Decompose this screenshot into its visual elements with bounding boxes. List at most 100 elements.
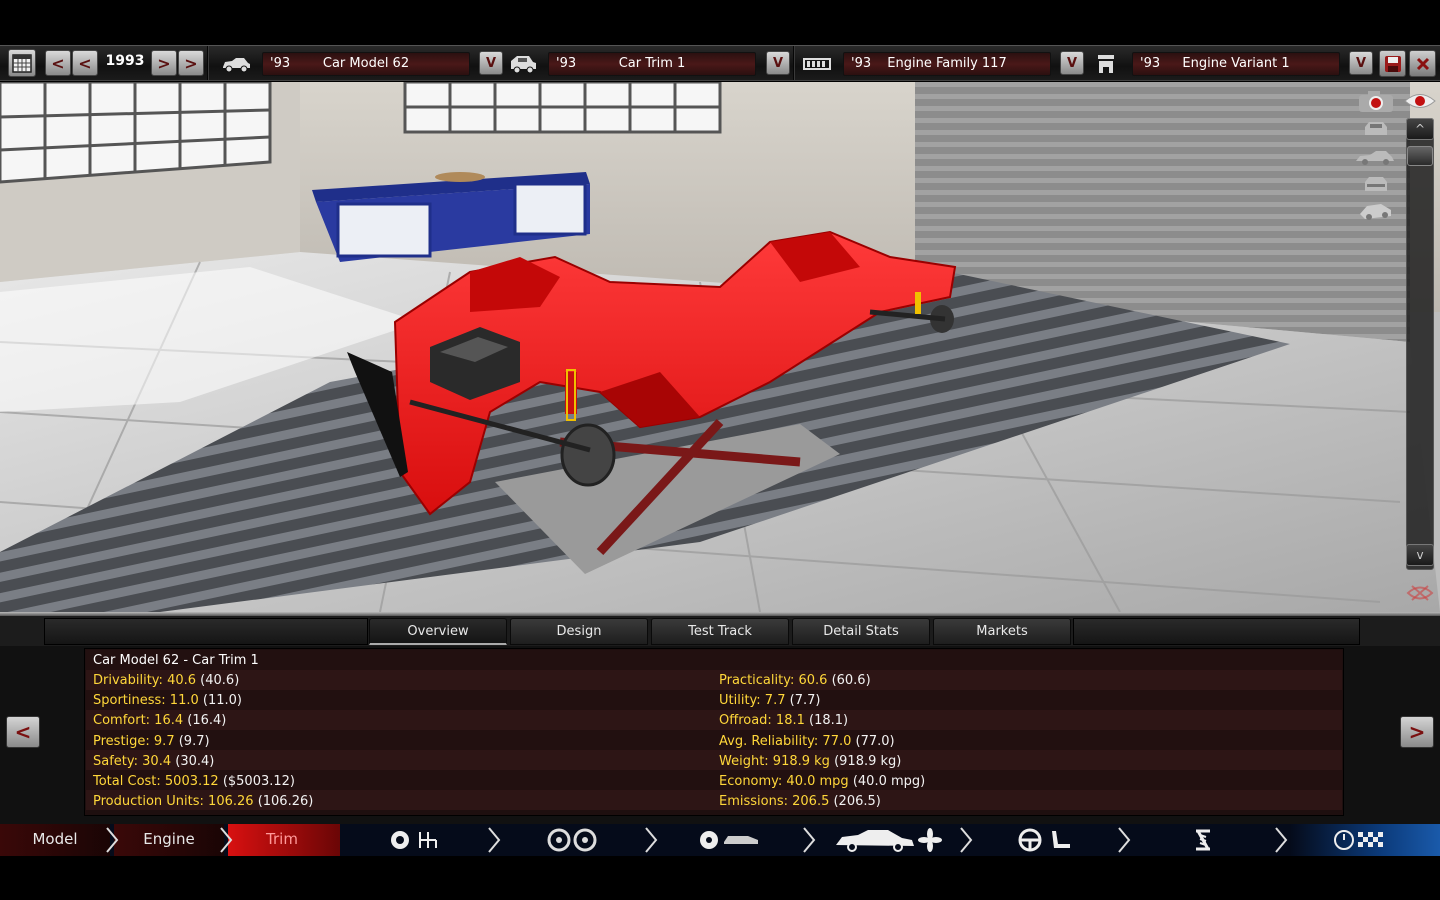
stat-left-4: Safety: 30.4 (30.4) (93, 754, 214, 769)
stat-right-6: Emissions: 206.5 (206.5) (719, 794, 881, 809)
stat-value: Economy: 40.0 mpg (719, 774, 849, 789)
stat-base-value: (918.9 kg) (834, 753, 902, 769)
tab-detail-stats[interactable]: Detail Stats (792, 618, 930, 645)
stats-title: Car Model 62 - Car Trim 1 (93, 653, 259, 668)
body-icon[interactable] (698, 828, 764, 852)
nav-model-label: Model (32, 830, 78, 848)
year-prev-far-button[interactable]: < (45, 50, 71, 76)
nav-trim-label: Trim (266, 830, 298, 848)
car-trim-select[interactable]: '93 Car Trim 1 (548, 52, 756, 76)
panel-next-button[interactable]: > (1400, 716, 1434, 748)
view-side-icon[interactable] (1352, 145, 1398, 169)
nav-engine[interactable]: Engine (114, 824, 224, 856)
close-icon[interactable] (1409, 50, 1436, 77)
stat-value: Comfort: 16.4 (93, 713, 184, 729)
engine-variant-select[interactable]: '93 Engine Variant 1 (1132, 52, 1340, 76)
eye-icon[interactable] (1402, 86, 1438, 116)
stat-value: Total Cost: 5003.12 (93, 774, 219, 789)
divider (793, 46, 795, 80)
stat-value: Offroad: 18.1 (719, 713, 805, 729)
car-trim-icon (505, 53, 541, 75)
chevron-right-icon (1118, 827, 1131, 853)
garage-scene (0, 82, 1440, 612)
stat-left-0: Drivability: 40.6 (40.6) (93, 673, 239, 688)
stat-right-2: Offroad: 18.1 (18.1) (719, 713, 848, 728)
engine-family-name: Engine Family 117 (887, 56, 1007, 71)
tab-test-track[interactable]: Test Track (651, 618, 789, 645)
stat-base-value: (60.6) (831, 673, 871, 688)
car-model-name: Car Model 62 (322, 56, 410, 71)
tab-overview[interactable]: Overview (369, 618, 507, 645)
divider (207, 46, 209, 80)
nav-model[interactable]: Model (0, 824, 110, 856)
engine-family-dropdown-button[interactable]: V (1060, 51, 1084, 75)
car-model-select[interactable]: '93 Car Model 62 (262, 52, 470, 76)
stat-value: Prestige: 9.7 (93, 733, 175, 749)
stat-base-value: (30.4) (175, 753, 215, 769)
year-next-button[interactable]: > (151, 50, 177, 76)
car-trim-name: Car Trim 1 (618, 56, 686, 71)
view-front-icon[interactable] (1356, 116, 1396, 140)
save-icon[interactable] (1379, 50, 1406, 77)
overview-stats: Car Model 62 - Car Trim 1 Drivability: 4… (84, 648, 1344, 816)
camera-icon[interactable] (1354, 86, 1398, 116)
engine-variant-icon (1088, 53, 1124, 75)
panel-prev-button[interactable]: < (6, 716, 40, 748)
stat-base-value: (106.26) (257, 794, 314, 810)
view-rear-icon[interactable] (1356, 172, 1396, 196)
tab-bar: Overview Design Test Track Detail Stats … (0, 616, 1440, 646)
stat-value: Safety: 30.4 (93, 753, 172, 769)
stat-base-value: ($5003.12) (222, 774, 295, 789)
stat-left-5: Total Cost: 5003.12 ($5003.12) (93, 774, 295, 789)
suspension-icon[interactable] (1188, 828, 1218, 852)
stat-right-4: Weight: 918.9 kg (918.9 kg) (719, 754, 901, 769)
garage-3d-viewport[interactable] (0, 82, 1440, 612)
nav-trim[interactable]: Trim (228, 824, 340, 856)
car-model-dropdown-button[interactable]: V (479, 51, 503, 75)
stat-right-1: Utility: 7.7 (7.7) (719, 693, 820, 708)
tab-markets[interactable]: Markets (933, 618, 1071, 645)
gearbox-icon[interactable] (388, 828, 444, 852)
year-next-far-button[interactable]: > (178, 50, 204, 76)
nav-engine-label: Engine (143, 830, 195, 848)
stat-value: Drivability: 40.6 (93, 673, 197, 688)
chevron-right-icon (106, 827, 119, 853)
stat-value: Sportiness: 11.0 (93, 693, 199, 709)
engine-family-select[interactable]: '93 Engine Family 117 (843, 52, 1051, 76)
car-model-icon (218, 53, 254, 75)
tab-bar-filler (1073, 618, 1360, 645)
stat-base-value: (40.6) (200, 673, 240, 688)
fixtures-icon[interactable] (832, 828, 944, 852)
stat-value: Avg. Reliability: 77.0 (719, 733, 852, 749)
engine-variant-name: Engine Variant 1 (1182, 56, 1290, 71)
nav-test[interactable] (1290, 824, 1440, 856)
rotate-view-icon[interactable] (1402, 578, 1438, 608)
test-icon (1332, 828, 1388, 852)
interior-icon[interactable] (1016, 828, 1076, 852)
tab-bar-filler (44, 618, 368, 645)
year-prev-button[interactable]: < (72, 50, 98, 76)
calendar-icon[interactable] (8, 49, 36, 77)
stat-base-value: (16.4) (187, 713, 227, 729)
stat-value: Practicality: 60.6 (719, 673, 828, 688)
chevron-right-icon (488, 827, 501, 853)
stat-value: Utility: 7.7 (719, 693, 786, 709)
car-trim-dropdown-button[interactable]: V (766, 51, 790, 75)
stat-base-value: (206.5) (833, 794, 881, 810)
engine-variant-dropdown-button[interactable]: V (1349, 51, 1373, 75)
scroll-up-button[interactable]: ^ (1406, 118, 1434, 140)
tab-design[interactable]: Design (510, 618, 648, 645)
zoom-scroll-track[interactable] (1406, 118, 1434, 570)
year-display: 1993 (105, 53, 145, 69)
stat-right-5: Economy: 40.0 mpg (40.0 mpg) (719, 774, 925, 789)
stat-base-value: (77.0) (855, 733, 895, 749)
stat-base-value: (9.7) (178, 733, 210, 749)
wheels-icon[interactable] (546, 828, 600, 852)
chevron-right-icon (220, 827, 233, 853)
zoom-scroll-thumb[interactable] (1407, 146, 1433, 166)
view-three-quarter-icon[interactable] (1354, 198, 1398, 224)
engine-family-icon (799, 53, 835, 75)
scroll-down-button[interactable]: v (1406, 544, 1434, 566)
chevron-right-icon (1275, 827, 1288, 853)
chevron-right-icon (645, 827, 658, 853)
